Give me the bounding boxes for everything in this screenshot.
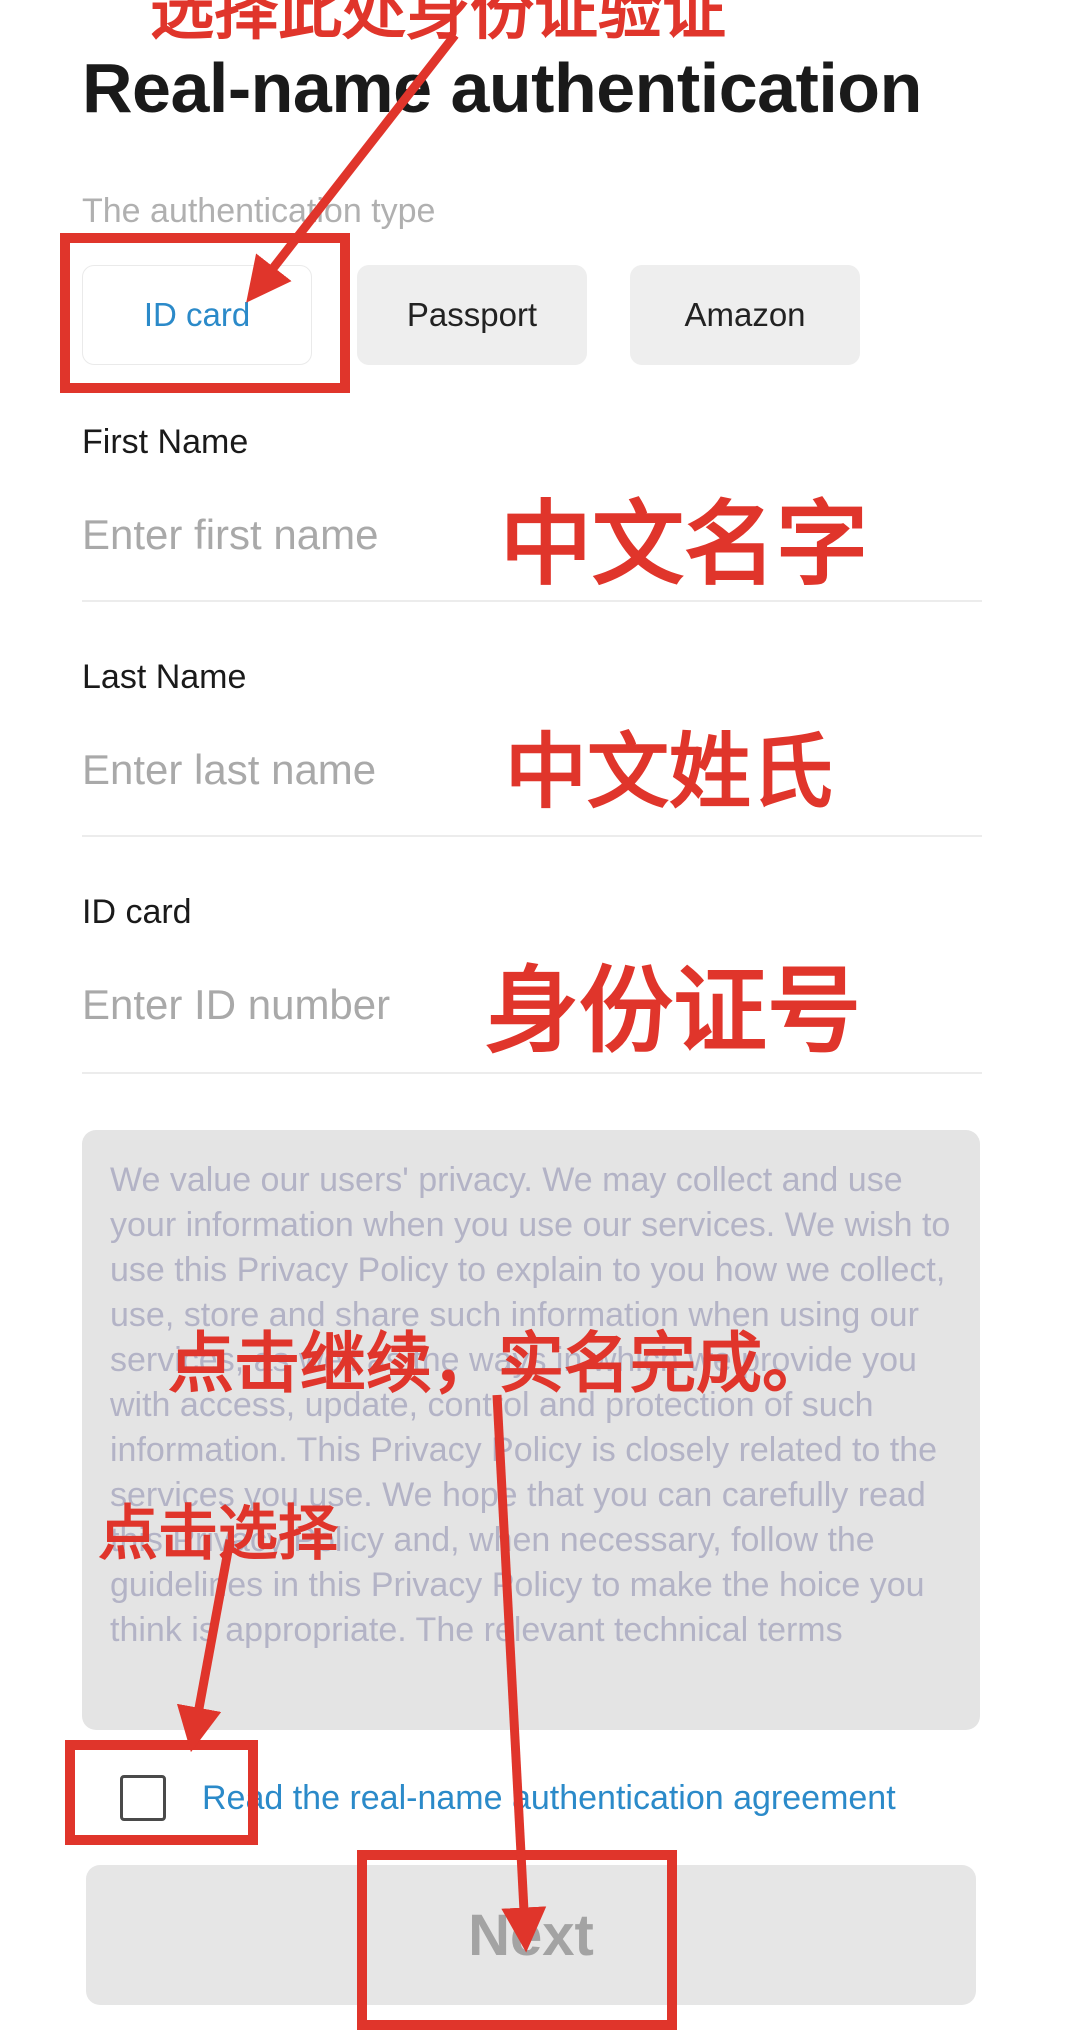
last-name-input[interactable] [82,740,982,800]
auth-type-amazon-button[interactable]: Amazon [630,265,860,365]
id-number-divider [82,1072,982,1074]
auth-type-caption: The authentication type [82,192,436,230]
agreement-link[interactable]: Read the real-name authentication agreem… [202,1779,896,1818]
agreement-row[interactable]: Read the real-name authentication agreem… [120,1770,896,1826]
id-number-input[interactable] [82,975,982,1035]
privacy-policy-text: We value our users' privacy. We may coll… [110,1161,951,1649]
page-title: Real-name authentication [82,49,922,127]
first-name-divider [82,600,982,602]
auth-type-passport-button[interactable]: Passport [357,265,587,365]
first-name-label: First Name [82,423,249,461]
id-card-label: ID card [82,893,192,931]
last-name-label: Last Name [82,658,247,696]
auth-type-id-card-button[interactable]: ID card [82,265,312,365]
annotation-top-text: 选择此处身份证验证 [150,0,726,49]
privacy-policy-box[interactable]: We value our users' privacy. We may coll… [82,1130,980,1730]
agreement-checkbox[interactable] [120,1775,166,1821]
first-name-input[interactable] [82,505,982,565]
last-name-divider [82,835,982,837]
next-button[interactable]: Next [86,1865,976,2005]
